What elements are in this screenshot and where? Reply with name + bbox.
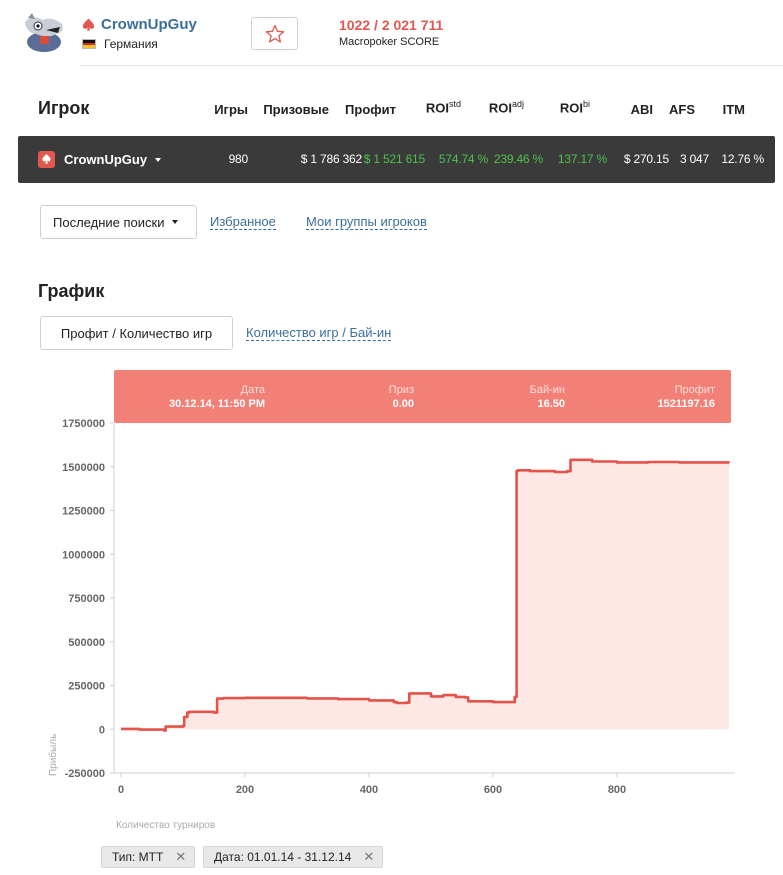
chevron-down-icon[interactable] [155,158,161,162]
favorite-button[interactable] [251,17,298,50]
col-roi-adj[interactable]: ROIadj [489,99,524,115]
tab-games-buyin[interactable]: Количество игр / Бай-ин [246,325,392,341]
chart-tooltip: Дата 30.12.14, 11:50 PM Приз 0.00 Бай-ин… [114,370,731,423]
tooltip-date-label: Дата [240,384,265,396]
y-axis-label: Прибыль [47,734,59,776]
filter-tag-date-text: Дата: 01.01.14 - 31.12.14 [214,850,352,864]
cell-prize: $ 1 786 362 [300,152,362,166]
country-text: Германия [104,37,158,51]
col-afs[interactable]: AFS [669,102,695,117]
col-roi-adj-sup: adj [511,99,524,109]
tooltip-buyin-value: 16.50 [537,398,565,410]
x-tick-label: 0 [118,784,124,796]
x-tick-label: 800 [608,784,626,796]
tooltip-profit-label: Профит [674,384,715,396]
close-icon[interactable]: ✕ [175,849,186,865]
player-country: Германия [82,37,158,51]
star-icon [265,24,284,43]
col-roi-std-sup: std [448,99,461,109]
cell-afs: 3 047 [679,152,709,166]
cell-roi-bi: 137.17 % [557,152,607,166]
y-tick-label: 1000000 [62,549,105,561]
y-tick-label: 1750000 [62,418,105,430]
y-tick-label: 750000 [68,593,105,605]
tooltip-date: Дата 30.12.14, 11:50 PM [169,383,265,412]
tooltip-prize-value: 0.00 [392,398,414,410]
filter-tag-type: Тип: МТТ ✕ [101,846,196,868]
tab-profit-games[interactable]: Профит / Количество игр [40,316,233,350]
col-prize[interactable]: Призовые [263,102,329,117]
col-roi-bi-label: ROI [559,100,583,116]
cell-games: 980 [228,152,249,166]
tooltip-profit: Профит 1521197.16 [657,383,715,412]
col-roi-std-label: ROI [425,100,449,116]
x-axis-label: Количество турниров [116,820,215,831]
header-divider [80,65,783,66]
y-tick-label: 500000 [68,637,105,649]
player-groups-link[interactable]: Мои группы игроков [306,214,427,230]
col-roi-bi-sup: bi [582,99,590,109]
player-name[interactable]: CrownUpGuy [82,16,197,33]
tooltip-prize-label: Приз [388,384,414,396]
tooltip-prize: Приз 0.00 [389,383,414,412]
col-profit[interactable]: Профит [345,102,396,117]
cell-roi-std: 574.74 % [438,152,488,166]
tooltip-date-value: 30.12.14, 11:50 PM [168,398,265,410]
y-tick-label: 1250000 [62,506,105,518]
avatar [18,12,70,54]
y-tick-label: 0 [99,724,105,736]
score-label: Macropoker SCORE [339,36,440,48]
profit-area [121,459,729,731]
germany-flag-icon [82,39,96,49]
tooltip-buyin: Бай-ин 16.50 [530,383,565,412]
chart-title: График [38,281,105,301]
close-icon[interactable]: ✕ [363,849,374,865]
recent-searches-dropdown[interactable]: Последние поиски [40,205,197,239]
score-value: 1022 / 2 021 711 [339,17,444,33]
y-tick-label: 1500000 [62,462,105,474]
tooltip-profit-value: 1521197.16 [657,398,715,410]
cell-abi: $ 270.15 [623,152,669,166]
tooltip-buyin-label: Бай-ин [529,384,565,396]
recent-searches-label: Последние поиски [53,214,165,230]
col-roi-adj-label: ROI [488,100,512,116]
favorites-link[interactable]: Избранное [210,214,276,230]
col-abi[interactable]: ABI [631,102,653,117]
profit-chart[interactable]: -250000 0 250000 500000 750000 1000000 1250000… [0,360,783,840]
x-tick-label: 400 [360,784,378,796]
spade-icon [82,18,95,31]
col-roi-bi[interactable]: ROIbi [560,99,590,115]
cell-profit: $ 1 521 615 [363,152,425,166]
cell-itm: 12.76 % [721,152,764,166]
x-tick-label: 200 [236,784,254,796]
player-stats-row[interactable]: CrownUpGuy 980 $ 1 786 362 $ 1 521 615 5… [18,136,775,183]
cell-roi-adj: 239.46 % [493,152,543,166]
col-roi-std[interactable]: ROIstd [426,99,461,115]
filter-tag-type-text: Тип: МТТ [112,850,164,864]
y-tick-label: 250000 [68,681,105,693]
y-tick-label: -250000 [65,768,105,780]
x-tick-label: 600 [484,784,502,796]
player-name-text: CrownUpGuy [101,16,197,33]
spade-badge-icon [38,151,55,168]
caret-down-icon [172,220,179,224]
filter-tag-date: Дата: 01.01.14 - 31.12.14 ✕ [203,846,384,868]
row-player-name[interactable]: CrownUpGuy [64,152,147,167]
col-itm[interactable]: ITM [723,102,745,117]
col-games[interactable]: Игры [214,102,248,117]
stats-title: Игрок [38,98,90,118]
